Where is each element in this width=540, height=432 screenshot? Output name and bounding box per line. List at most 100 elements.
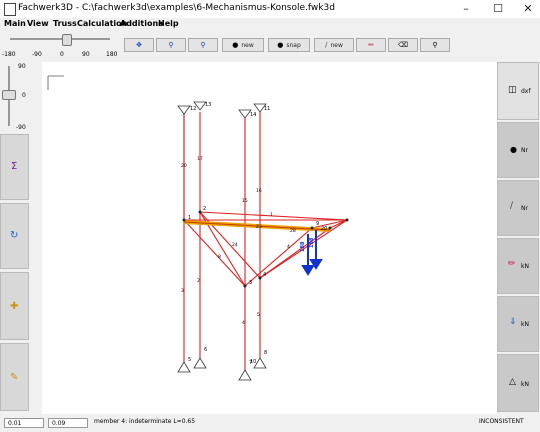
node-numbers-button[interactable]: ● Nr bbox=[497, 122, 539, 178]
minimize-icon[interactable]: – bbox=[451, 0, 481, 18]
node-label: 9 bbox=[316, 221, 319, 227]
node-icon: ● bbox=[510, 145, 517, 154]
node-label: 1 bbox=[188, 215, 191, 221]
new-node-icon: ● bbox=[232, 41, 239, 49]
force-icon: ✏ bbox=[508, 259, 516, 269]
menu-view[interactable]: View bbox=[27, 19, 49, 28]
app-icon bbox=[4, 3, 16, 16]
member-label: 5 bbox=[257, 312, 260, 318]
draw-icon: ✎ bbox=[10, 372, 19, 383]
node-label: 12 bbox=[190, 106, 196, 112]
maximize-icon[interactable]: ☐ bbox=[483, 0, 513, 18]
new-node-button[interactable]: ● new bbox=[222, 38, 264, 52]
rotation-slider-thumb[interactable] bbox=[62, 34, 72, 46]
node-label: 6 bbox=[204, 347, 207, 353]
slider-tick: -90 bbox=[16, 124, 26, 131]
zoom-out-button[interactable]: ⚲ bbox=[188, 38, 218, 52]
member-label: 24 bbox=[232, 242, 238, 248]
node-label: 10 bbox=[250, 359, 256, 365]
view-icon: ⚲ bbox=[432, 41, 438, 49]
dxf-button[interactable]: ◫ dxf bbox=[497, 62, 539, 120]
zoom-field[interactable]: 0.01 bbox=[4, 418, 44, 428]
status-state: INCONSISTENT bbox=[479, 418, 524, 425]
zoom-in-button[interactable]: ⚲ bbox=[156, 38, 186, 52]
truss-members bbox=[183, 112, 348, 370]
menu-help[interactable]: Help bbox=[158, 19, 179, 28]
node-label: 3 bbox=[249, 280, 252, 286]
rotate-icon: ↻ bbox=[10, 230, 19, 241]
pen-button[interactable]: ✏ bbox=[356, 38, 386, 52]
menu-bar: Main View Truss Calculation Additions He… bbox=[0, 18, 540, 32]
node-label: 14 bbox=[250, 112, 256, 118]
member-forces-label: kN bbox=[521, 263, 529, 270]
member-label: 2 bbox=[197, 278, 200, 284]
load-value: 188 bbox=[300, 241, 306, 252]
new-member-button[interactable]: ∕ new bbox=[314, 38, 354, 52]
member-numbers-button[interactable]: ∕ Nr bbox=[497, 180, 539, 236]
title-bar: Fachwerk3D - C:\fachwerk3d\examples\6-Me… bbox=[0, 0, 540, 18]
node-label: 4 bbox=[263, 272, 266, 278]
new-node-label: new bbox=[241, 41, 254, 49]
member-forces-button[interactable]: ✏ kN bbox=[497, 238, 539, 294]
snap-node-button[interactable]: ● snap bbox=[268, 38, 310, 52]
member-label: 23 bbox=[256, 224, 262, 230]
select-button[interactable]: ✚ bbox=[0, 272, 29, 340]
zoom-in-icon: ⚲ bbox=[168, 41, 174, 49]
menu-additions[interactable]: Additions bbox=[120, 19, 163, 28]
member-label: 28 bbox=[290, 228, 296, 234]
delete-icon: ⌫ bbox=[398, 41, 408, 49]
slider-tick: -180 bbox=[2, 51, 16, 58]
slider-tick: 0 bbox=[22, 92, 26, 99]
rotate-button[interactable]: ↻ bbox=[0, 203, 29, 269]
node-label: 2 bbox=[203, 206, 206, 212]
node-label: 13 bbox=[205, 102, 211, 108]
status-message: member 4: indeterminate L=0.65 bbox=[94, 418, 196, 425]
pen-icon: ✏ bbox=[368, 41, 374, 49]
zoom-out-icon: ⚲ bbox=[200, 41, 206, 49]
select-icon: ✚ bbox=[10, 301, 19, 312]
menu-truss[interactable]: Truss bbox=[53, 19, 77, 28]
member-label: 8 bbox=[218, 254, 221, 260]
rotation-slider-track[interactable] bbox=[10, 38, 110, 40]
new-member-label: new bbox=[330, 41, 343, 49]
load-value: 188 bbox=[309, 237, 315, 248]
node-label: 5 bbox=[188, 357, 191, 363]
node-label: 20 bbox=[321, 226, 327, 232]
slider-tick: 90 bbox=[18, 63, 26, 70]
member-numbers-label: Nr bbox=[521, 205, 528, 212]
node-numbers-label: Nr bbox=[521, 147, 528, 154]
reactions-button[interactable]: △ kN bbox=[497, 354, 539, 412]
zoom-value: 0.01 bbox=[8, 420, 22, 427]
snap-node-icon: ● bbox=[277, 41, 284, 49]
loads-button[interactable]: ⇓ kN bbox=[497, 296, 539, 352]
zoom-fit-button[interactable]: ✥ bbox=[124, 38, 154, 52]
drawing-canvas[interactable]: 13 12 11 14 1 2 3 4 5 6 7 8 9 10 20 20 1… bbox=[42, 62, 497, 414]
window-title: Fachwerk3D - C:\fachwerk3d\examples\6-Me… bbox=[18, 3, 335, 13]
tolerance-field[interactable]: 0.09 bbox=[48, 418, 88, 428]
tilt-slider-thumb[interactable] bbox=[2, 90, 16, 100]
node-label: 8 bbox=[264, 350, 267, 356]
member-label: 20 bbox=[181, 163, 187, 169]
view-button[interactable]: ⚲ bbox=[420, 38, 450, 52]
snap-node-label: snap bbox=[286, 41, 301, 49]
member-label: 1 bbox=[270, 212, 273, 218]
support-icon: △ bbox=[509, 377, 516, 387]
member-label: 15 bbox=[242, 198, 248, 204]
slider-tick: -90 bbox=[32, 51, 42, 58]
slider-tick: 180 bbox=[106, 51, 118, 58]
member-label: 16 bbox=[256, 188, 262, 194]
new-member-icon: ∕ bbox=[325, 41, 328, 49]
member-icon: ∕ bbox=[510, 201, 514, 211]
draw-button[interactable]: ✎ bbox=[0, 343, 29, 411]
member-label: 4 bbox=[287, 244, 290, 250]
node-label: 11 bbox=[264, 106, 270, 112]
slider-tick: 90 bbox=[82, 51, 90, 58]
member-label: 17 bbox=[197, 156, 203, 162]
menu-main[interactable]: Main bbox=[4, 19, 26, 28]
close-icon[interactable]: ✕ bbox=[513, 0, 540, 18]
truss-drawing[interactable]: 13 12 11 14 1 2 3 4 5 6 7 8 9 10 20 20 1… bbox=[42, 62, 497, 414]
delete-button[interactable]: ⌫ bbox=[388, 38, 418, 52]
zoom-fit-icon: ✥ bbox=[136, 41, 142, 49]
sum-button[interactable]: Σ bbox=[0, 134, 29, 200]
member-label: 3 bbox=[181, 288, 184, 294]
